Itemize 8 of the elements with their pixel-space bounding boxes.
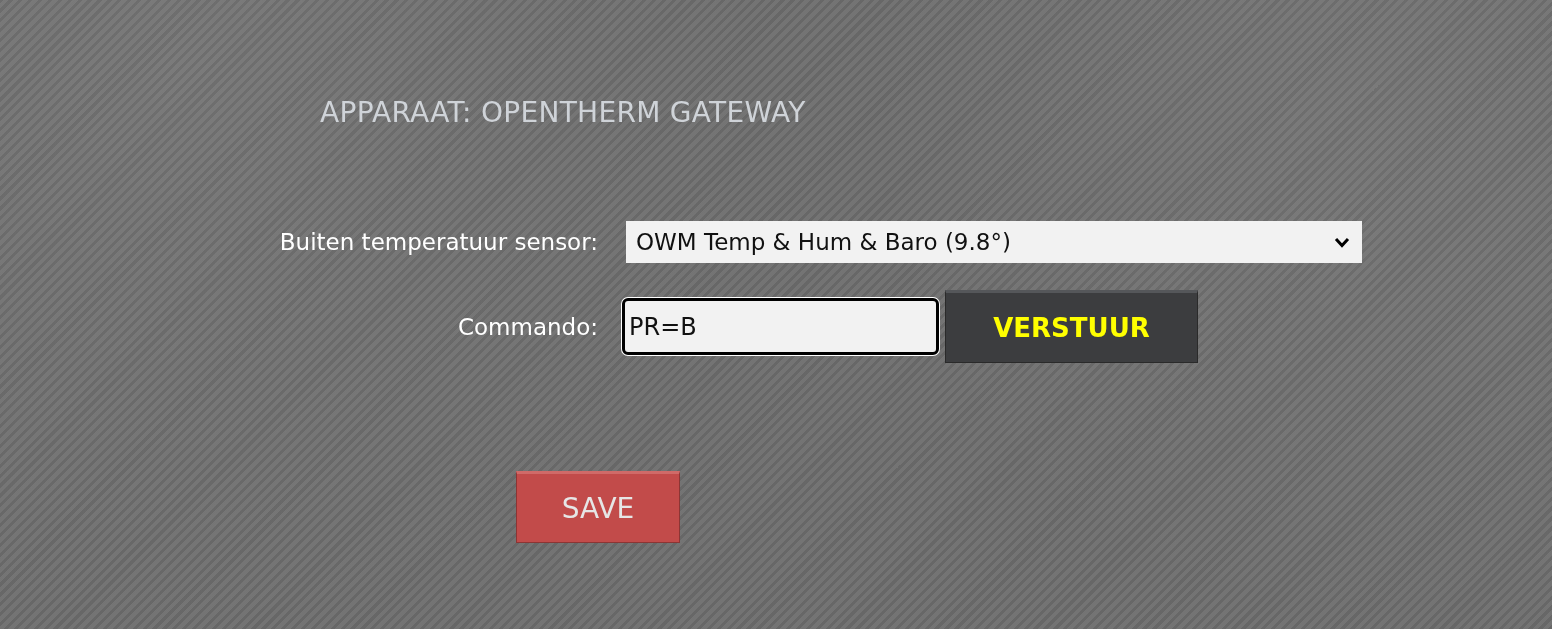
page-title: APPARAAT: OPENTHERM GATEWAY — [320, 95, 806, 131]
sensor-dropdown[interactable]: OWM Temp & Hum & Baro (9.8°) — [626, 221, 1362, 263]
field-label: Buiten temperatuur sensor: — [278, 229, 598, 255]
chevron-down-icon — [1334, 236, 1350, 248]
field-label: Commando: — [456, 313, 598, 340]
command-input[interactable]: PR=B — [622, 298, 939, 355]
save-button[interactable]: SAVE — [516, 471, 680, 543]
send-button[interactable]: VERSTUUR — [945, 290, 1198, 363]
